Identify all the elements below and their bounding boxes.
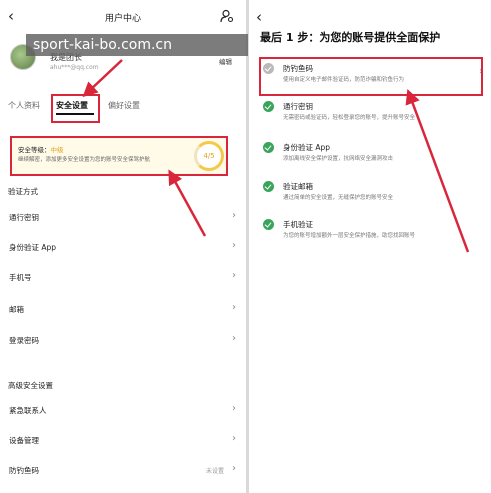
row-label: 通行密钥 [9, 213, 39, 222]
user-email: ahu***@qq.com [50, 64, 99, 71]
watermark: sport-kai-bo.com.cn [26, 34, 248, 56]
row-login-password[interactable]: 登录密码 › [0, 326, 246, 354]
step-desc: 无需密码或验证码，轻松登录您的账号，提升账号安全 [283, 115, 416, 121]
highlight-box-step [259, 57, 483, 96]
check-circle-icon [263, 101, 274, 112]
top-bar: ‹ 用户中心 [0, 0, 246, 34]
step-title: 通行密钥 [283, 102, 313, 111]
step-title: 手机验证 [283, 220, 313, 229]
row-label: 登录密码 [9, 336, 39, 345]
step-desc: 添加离线安全保护设置，抗网络安全漏洞攻击 [283, 156, 394, 162]
chevron-right-icon: › [232, 302, 236, 313]
row-phone[interactable]: 手机号 › [0, 263, 246, 291]
back-icon[interactable]: ‹ [256, 8, 262, 26]
step-passkey[interactable]: 通行密钥 无需密码或验证码，轻松登录您的账号，提升账号安全 [259, 98, 485, 132]
section-advanced-title: 高级安全设置 [8, 381, 53, 390]
chevron-right-icon: › [232, 210, 236, 221]
step-title: 验证邮箱 [283, 182, 313, 191]
step-verify-email[interactable]: 验证邮箱 通过简单的安全设置，无缝保护您的账号安全 [259, 178, 485, 212]
edit-profile-link[interactable]: 编辑 [219, 56, 232, 66]
row-email[interactable]: 邮箱 › [0, 295, 246, 323]
row-emergency-contact[interactable]: 紧急联系人 › [0, 396, 246, 424]
row-antiphishing-code[interactable]: 防钓鱼码 未设置 › [0, 456, 246, 484]
chevron-right-icon: › [232, 240, 236, 251]
user-center-screen: ‹ 用户中心 我是团长 ahu***@qq.com 编辑 个人资料 安全设置 偏… [0, 0, 246, 493]
check-circle-icon [263, 219, 274, 230]
row-label: 防钓鱼码 [9, 466, 39, 475]
tab-profile[interactable]: 个人资料 [8, 100, 40, 111]
row-device-management[interactable]: 设备管理 › [0, 426, 246, 454]
highlight-box-security [10, 136, 228, 176]
step-verify-phone[interactable]: 手机验证 为您的账号增加额外一层安全保护措施，助您找回账号 [259, 216, 485, 250]
chevron-right-icon: › [232, 270, 236, 281]
row-label: 设备管理 [9, 436, 39, 445]
row-label: 紧急联系人 [9, 406, 47, 415]
check-circle-icon [263, 142, 274, 153]
section-verify-title: 验证方式 [8, 187, 38, 196]
step-authenticator[interactable]: 身份验证 App 添加离线安全保护设置，抗网络安全漏洞攻击 [259, 139, 485, 173]
antiphishing-status: 未设置 [205, 468, 224, 475]
chevron-right-icon: › [232, 463, 236, 474]
steps-heading: 最后 1 步：为您的账号提供全面保护 [260, 31, 441, 44]
page-title: 用户中心 [104, 14, 141, 24]
row-label: 邮箱 [9, 305, 24, 314]
row-label: 手机号 [9, 273, 32, 282]
row-label: 身份验证 App [9, 243, 57, 252]
step-title: 身份验证 App [283, 143, 331, 152]
chevron-right-icon: › [232, 403, 236, 414]
step-desc: 为您的账号增加额外一层安全保护措施，助您找回账号 [283, 233, 416, 239]
chevron-right-icon: › [232, 433, 236, 444]
tab-preferences[interactable]: 偏好设置 [108, 100, 140, 111]
row-passkey[interactable]: 通行密钥 › [0, 203, 246, 231]
check-circle-icon [263, 181, 274, 192]
highlight-box-tab [51, 94, 100, 123]
chevron-right-icon: › [232, 333, 236, 344]
step-desc: 通过简单的安全设置，无缝保护您的账号安全 [283, 195, 394, 201]
user-settings-icon[interactable] [220, 8, 234, 23]
row-authenticator[interactable]: 身份验证 App › [0, 233, 246, 261]
